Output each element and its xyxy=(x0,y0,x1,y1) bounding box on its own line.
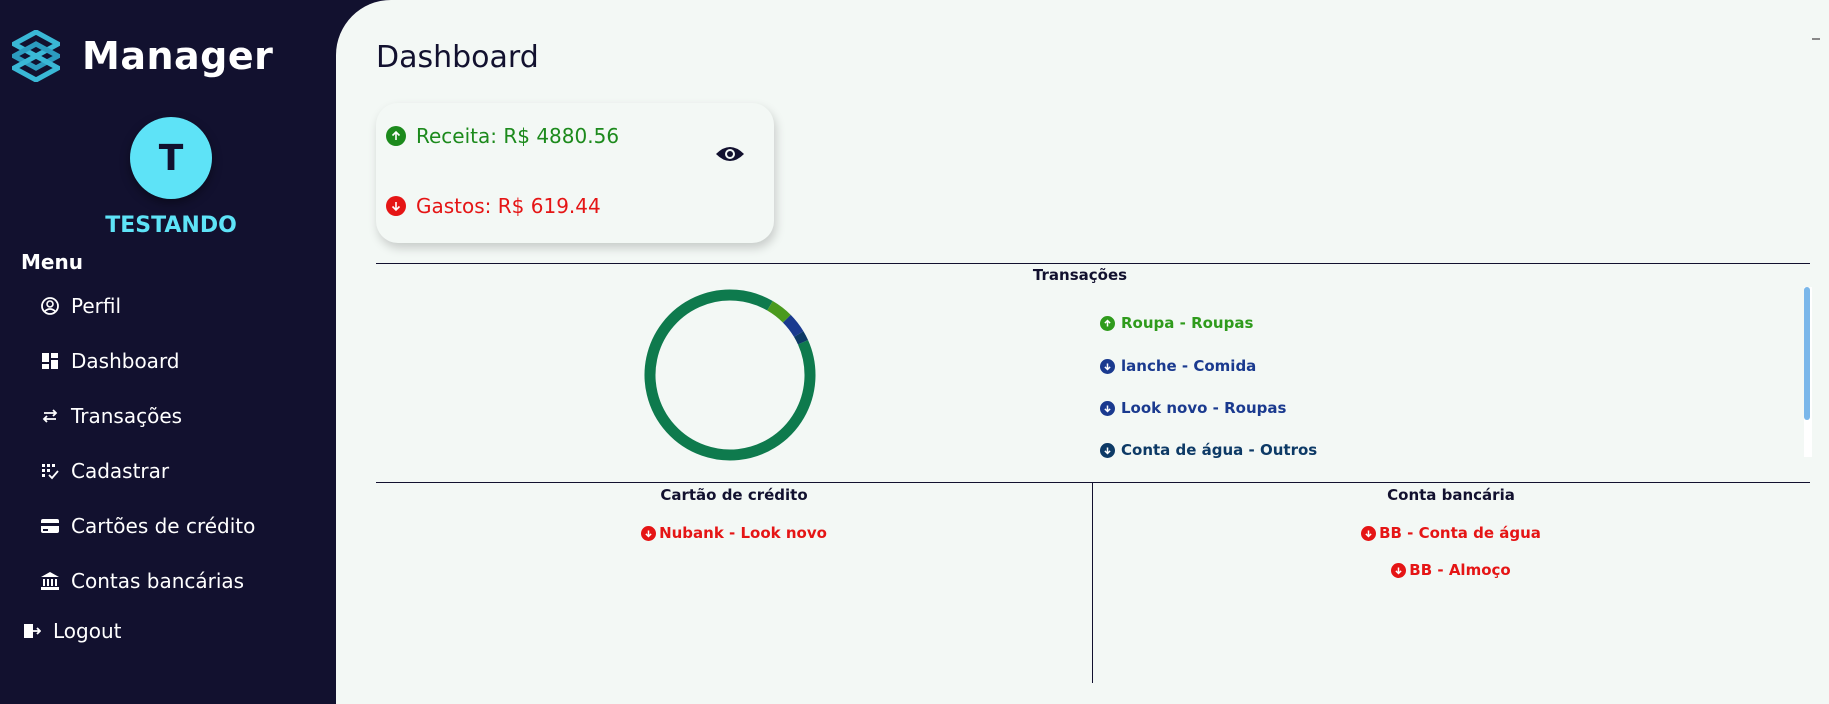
eye-icon[interactable] xyxy=(715,143,745,165)
receita-text: Receita: R$ 4880.56 xyxy=(416,124,620,148)
brand[interactable]: Manager xyxy=(12,30,273,82)
list-item: lanche - Comida xyxy=(1100,357,1256,375)
transaction-label: Conta de água - Outros xyxy=(1121,441,1318,459)
gastos-row: Gastos: R$ 619.44 xyxy=(386,194,601,218)
sidebar-item-cadastrar[interactable]: Cadastrar xyxy=(40,459,169,483)
bank-transaction-label: BB - Almoço xyxy=(1409,561,1511,579)
sidebar-item-label: Perfil xyxy=(71,294,122,318)
arrow-down-circle-icon xyxy=(1100,358,1115,374)
list-item: Roupa - Roupas xyxy=(1100,314,1253,332)
sidebar-item-label: Dashboard xyxy=(71,349,180,373)
list-item: BB - Conta de água xyxy=(1326,524,1576,542)
donut-slice-conta-de-gua xyxy=(793,331,809,345)
receita-row: Receita: R$ 4880.56 xyxy=(386,124,619,148)
card-transaction-label: Nubank - Look novo xyxy=(659,524,827,542)
arrow-down-circle-icon xyxy=(641,525,657,541)
transaction-label: Roupa - Roupas xyxy=(1121,314,1254,332)
arrow-down-circle-icon xyxy=(1100,400,1115,416)
donut-slice-roupa xyxy=(767,300,791,323)
page-scrollbar[interactable] xyxy=(1812,38,1820,40)
bank-transaction-label: BB - Conta de água xyxy=(1379,524,1541,542)
sidebar-item-contas[interactable]: Contas bancárias xyxy=(40,569,244,593)
conta-title: Conta bancária xyxy=(1387,486,1515,504)
donut-slice-lanche xyxy=(782,314,804,338)
divider-vertical xyxy=(1092,483,1093,683)
list-item: Nubank - Look novo xyxy=(600,524,868,542)
divider-top xyxy=(376,263,1810,264)
transactions-scrollbar-thumb[interactable] xyxy=(1804,287,1810,420)
sidebar-item-dashboard[interactable]: Dashboard xyxy=(40,349,180,373)
list-item: Look novo - Roupas xyxy=(1100,399,1286,417)
logout-icon xyxy=(22,621,42,641)
transaction-label: Look novo - Roupas xyxy=(1121,399,1287,417)
main-content: Dashboard xyxy=(336,0,1829,704)
logo-icon xyxy=(12,30,60,82)
logout-label: Logout xyxy=(53,619,122,643)
sidebar-item-label: Transações xyxy=(71,404,183,428)
transaction-label: lanche - Comida xyxy=(1121,357,1257,375)
avatar[interactable]: T xyxy=(130,117,212,199)
arrow-down-circle-icon xyxy=(1361,525,1377,541)
sidebar-item-label: Cartões de crédito xyxy=(71,514,256,538)
list-item: BB - Almoço xyxy=(1326,561,1576,579)
swap-arrows-icon xyxy=(40,406,60,426)
bank-icon xyxy=(40,571,60,591)
sidebar-item-label: Cadastrar xyxy=(71,459,170,483)
grid-check-icon xyxy=(40,461,60,481)
arrow-up-circle-icon xyxy=(386,126,406,146)
avatar-initial: T xyxy=(158,137,184,179)
list-item: Conta de água - Outros xyxy=(1100,441,1317,459)
arrow-down-circle-icon xyxy=(1391,562,1407,578)
sidebar: Manager T TESTANDO Menu Perfil Dashboard… xyxy=(0,0,336,704)
cartao-title: Cartão de crédito xyxy=(660,486,808,504)
divider-middle xyxy=(376,482,1810,483)
brand-name: Manager xyxy=(82,34,274,78)
arrow-up-circle-icon xyxy=(1100,315,1115,331)
arrow-down-circle-icon xyxy=(1100,442,1115,458)
transacoes-title: Transações xyxy=(1032,266,1128,284)
arrow-down-circle-icon xyxy=(386,196,406,216)
dashboard-icon xyxy=(40,351,60,371)
sidebar-item-transacoes[interactable]: Transações xyxy=(40,404,182,428)
username: TESTANDO xyxy=(105,213,237,238)
sidebar-item-label: Contas bancárias xyxy=(71,569,245,593)
credit-card-icon xyxy=(40,516,60,536)
sidebar-item-perfil[interactable]: Perfil xyxy=(40,294,121,318)
user-circle-icon xyxy=(40,296,60,316)
sidebar-item-cartoes[interactable]: Cartões de crédito xyxy=(40,514,255,538)
logout-button[interactable]: Logout xyxy=(22,619,121,643)
page-title: Dashboard xyxy=(376,40,539,75)
gastos-text: Gastos: R$ 619.44 xyxy=(416,194,601,218)
menu-heading: Menu xyxy=(21,250,83,274)
transactions-donut-chart xyxy=(644,289,816,461)
